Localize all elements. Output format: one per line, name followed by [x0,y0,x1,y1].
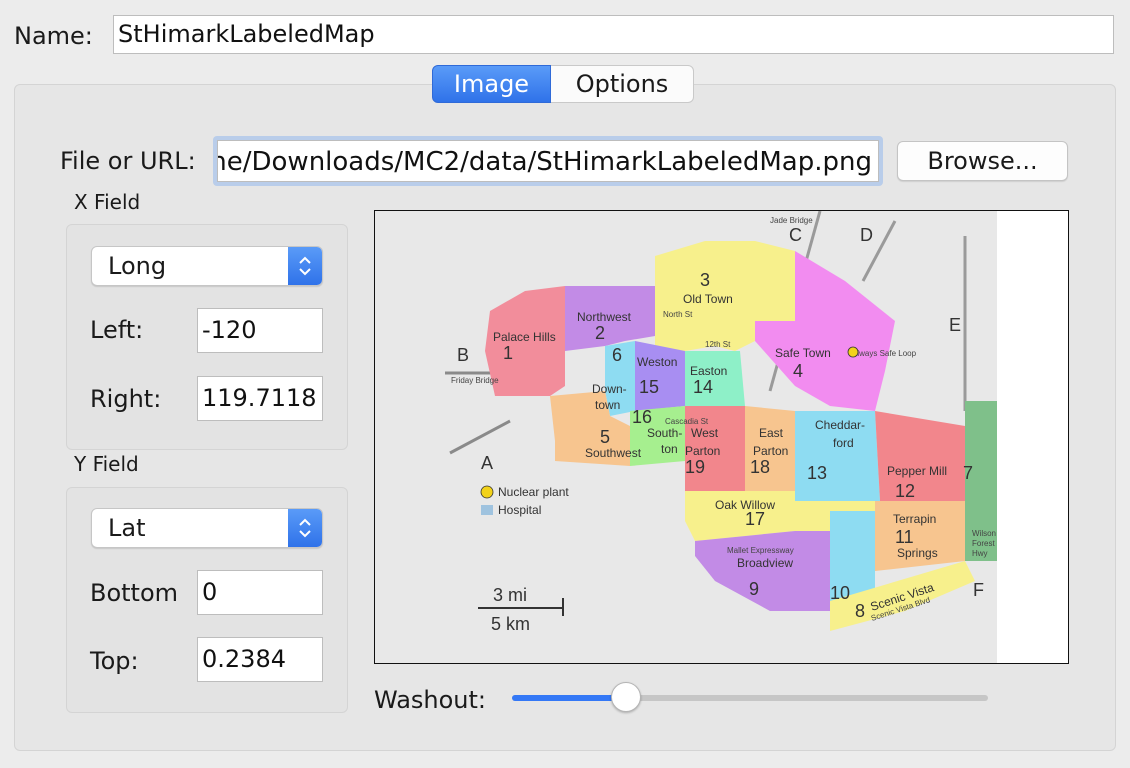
svg-text:1: 1 [503,343,513,363]
svg-text:17: 17 [745,509,765,529]
washout-slider-track[interactable] [512,695,988,701]
svg-text:5 km: 5 km [491,614,530,634]
svg-text:Nuclear plant: Nuclear plant [498,485,569,499]
svg-text:6: 6 [612,345,622,365]
svg-text:Friday Bridge: Friday Bridge [451,376,499,385]
svg-text:Weston: Weston [637,355,677,369]
x-field-select[interactable]: Long [91,246,323,286]
bottom-label: Bottom [90,579,179,607]
svg-text:9: 9 [749,579,759,599]
y-field-selected: Lat [108,514,146,542]
left-input[interactable]: -120 [197,308,323,353]
washout-label: Washout: [374,686,487,714]
svg-text:Forest: Forest [972,539,995,548]
svg-text:2: 2 [595,323,605,343]
x-field-title: X Field [74,190,141,214]
y-field-select[interactable]: Lat [91,508,323,548]
svg-text:12th St: 12th St [705,340,731,349]
file-url-text: ne/Downloads/MC2/data/StHimarkLabeledMap… [217,147,872,177]
washout-slider-fill [512,695,627,701]
svg-text:10: 10 [830,583,850,603]
top-label: Top: [90,647,139,675]
svg-text:18: 18 [750,457,770,477]
svg-text:Always Safe Loop: Always Safe Loop [852,349,917,358]
svg-text:Parton: Parton [753,444,788,458]
bottom-input[interactable]: 0 [197,570,323,615]
svg-text:Palace Hills: Palace Hills [493,330,556,344]
y-field-title: Y Field [74,452,139,476]
tab-image[interactable]: Image [432,65,551,103]
svg-text:D: D [860,225,873,245]
svg-text:19: 19 [685,457,705,477]
svg-text:Parton: Parton [685,444,720,458]
svg-text:C: C [789,225,802,245]
file-url-label: File or URL: [60,147,196,175]
top-input[interactable]: 0.2384 [197,637,323,682]
svg-text:Safe Town: Safe Town [775,346,831,360]
svg-text:Springs: Springs [897,546,938,560]
tab-options[interactable]: Options [551,65,694,103]
svg-text:Down-: Down- [592,382,627,396]
svg-text:Hwy: Hwy [972,549,988,558]
map-image-preview: Palace Hills 1 Northwest 2 3 Old Town No… [374,210,1069,664]
svg-text:Wilson: Wilson [972,529,996,538]
svg-text:Terrapin: Terrapin [893,512,936,526]
svg-text:4: 4 [793,361,803,381]
browse-button[interactable]: Browse... [897,141,1068,181]
svg-text:South-: South- [647,426,682,440]
svg-text:Broadview: Broadview [737,556,793,570]
svg-text:West: West [691,426,719,440]
svg-text:11: 11 [895,527,914,547]
svg-text:15: 15 [639,377,659,397]
svg-text:Mallet Expressway: Mallet Expressway [727,546,794,555]
name-input[interactable]: StHimarkLabeledMap [113,15,1114,54]
svg-text:Hospital: Hospital [498,503,541,517]
svg-text:3: 3 [700,270,710,290]
svg-text:F: F [973,580,984,600]
file-url-input[interactable]: ne/Downloads/MC2/data/StHimarkLabeledMap… [217,140,879,182]
updown-chevron-icon [288,509,322,547]
svg-text:3 mi: 3 mi [493,585,527,605]
svg-text:Cascadia St: Cascadia St [665,417,709,426]
name-label: Name: [14,22,93,50]
right-label: Right: [90,385,162,413]
svg-text:Easton: Easton [690,364,727,378]
svg-text:12: 12 [895,481,915,501]
svg-text:East: East [759,426,784,440]
svg-text:ford: ford [833,436,854,450]
svg-text:7: 7 [963,463,973,483]
svg-text:Northwest: Northwest [577,310,632,324]
svg-text:A: A [481,453,493,473]
updown-chevron-icon [288,247,322,285]
svg-text:Pepper Mill: Pepper Mill [887,464,947,478]
svg-text:Jade Bridge: Jade Bridge [770,216,813,225]
left-label: Left: [90,316,144,344]
svg-text:8: 8 [855,601,865,621]
svg-text:16: 16 [632,407,652,427]
svg-text:ton: ton [661,442,678,456]
svg-text:Cheddar-: Cheddar- [815,418,865,432]
svg-text:Southwest: Southwest [585,446,642,460]
x-field-selected: Long [108,252,167,280]
svg-text:13: 13 [807,463,827,483]
svg-text:town: town [595,398,620,412]
svg-text:5: 5 [600,427,610,447]
svg-text:E: E [949,315,961,335]
svg-text:B: B [457,345,469,365]
svg-text:North St: North St [663,310,693,319]
svg-text:14: 14 [693,377,713,397]
svg-text:Old Town: Old Town [683,292,733,306]
right-input[interactable]: 119.7118 [197,376,323,421]
